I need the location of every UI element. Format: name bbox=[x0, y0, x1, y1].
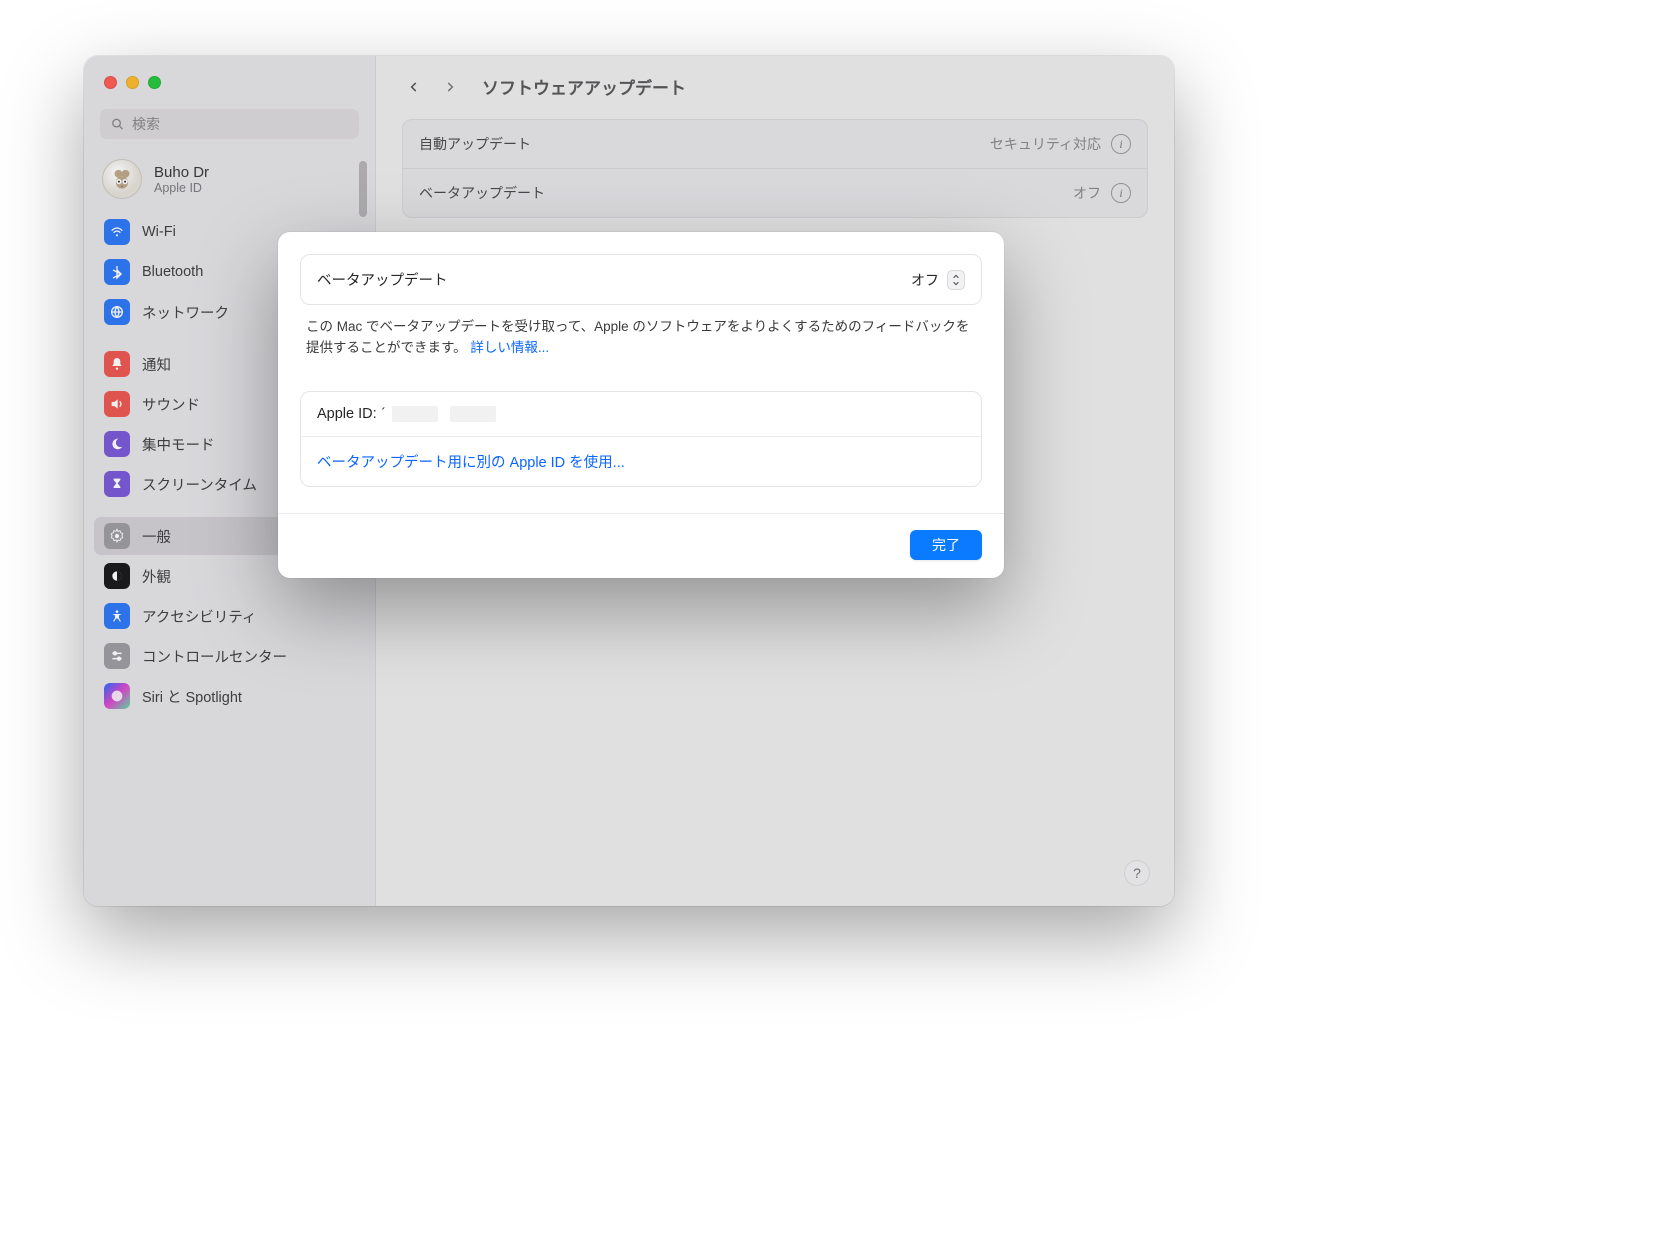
account-sub: Apple ID bbox=[154, 181, 209, 195]
sidebar-item-label: Wi-Fi bbox=[142, 224, 176, 240]
appearance-icon bbox=[104, 563, 130, 589]
apple-id-row: Apple ID: ˊ bbox=[301, 392, 981, 436]
sidebar-item-label: アクセシビリティ bbox=[142, 606, 256, 627]
done-button[interactable]: 完了 bbox=[910, 530, 982, 560]
beta-select-row[interactable]: ベータアップデート オフ bbox=[301, 255, 981, 304]
beta-description: この Mac でベータアップデートを受け取って、Apple のソフトウェアをより… bbox=[300, 305, 982, 381]
row-value: オフ bbox=[1073, 183, 1101, 203]
sidebar-item-label: 通知 bbox=[142, 354, 171, 375]
bell-icon bbox=[104, 351, 130, 377]
row-label: 自動アップデート bbox=[419, 134, 531, 154]
help-button[interactable]: ? bbox=[1124, 860, 1150, 886]
close-window-button[interactable] bbox=[104, 76, 117, 89]
forward-button[interactable] bbox=[438, 75, 462, 99]
wifi-icon bbox=[104, 219, 130, 245]
hourglass-icon bbox=[104, 471, 130, 497]
popup-arrows-icon bbox=[947, 270, 965, 290]
beta-updates-sheet: ベータアップデート オフ この Mac でベータアップデートを受け取って、App… bbox=[278, 232, 1004, 578]
window-controls bbox=[84, 68, 375, 101]
accessibility-icon bbox=[104, 603, 130, 629]
info-icon[interactable]: i bbox=[1111, 134, 1131, 154]
moon-icon bbox=[104, 431, 130, 457]
row-auto-update[interactable]: 自動アップデート セキュリティ対応 i bbox=[403, 120, 1147, 169]
zoom-window-button[interactable] bbox=[148, 76, 161, 89]
siri-icon bbox=[104, 683, 130, 709]
more-info-link[interactable]: 詳しい情報... bbox=[470, 340, 549, 355]
bluetooth-icon bbox=[104, 259, 130, 285]
avatar bbox=[102, 159, 142, 199]
speaker-icon bbox=[104, 391, 130, 417]
info-icon[interactable]: i bbox=[1111, 183, 1131, 203]
header: ソフトウェアアップデート bbox=[376, 56, 1174, 113]
sidebar-item-label: 一般 bbox=[142, 526, 171, 547]
row-label: ベータアップデート bbox=[419, 183, 545, 203]
sidebar-item-label: スクリーンタイム bbox=[142, 474, 257, 495]
apple-id-account[interactable]: Buho Dr Apple ID bbox=[84, 153, 375, 213]
page-title: ソフトウェアアップデート bbox=[482, 74, 686, 99]
minimize-window-button[interactable] bbox=[126, 76, 139, 89]
apple-id-value: ˊ bbox=[381, 406, 502, 422]
sidebar-item-accessibility[interactable]: アクセシビリティ bbox=[94, 597, 365, 635]
back-button[interactable] bbox=[402, 75, 426, 99]
gear-icon bbox=[104, 523, 130, 549]
account-name: Buho Dr bbox=[154, 164, 209, 181]
beta-select[interactable]: オフ bbox=[911, 270, 965, 290]
row-value: セキュリティ対応 bbox=[990, 134, 1101, 154]
sidebar-item-label: サウンド bbox=[142, 394, 200, 415]
beta-select-panel: ベータアップデート オフ bbox=[300, 254, 982, 305]
settings-panel: 自動アップデート セキュリティ対応 i ベータアップデート オフ i bbox=[402, 119, 1148, 218]
sidebar-item-label: コントロールセンター bbox=[142, 646, 287, 667]
sliders-icon bbox=[104, 643, 130, 669]
sidebar-item-label: 外観 bbox=[142, 566, 171, 587]
use-other-apple-id-row[interactable]: ベータアップデート用に別の Apple ID を使用... bbox=[301, 436, 981, 486]
sidebar-item-label: 集中モード bbox=[142, 434, 215, 455]
network-icon bbox=[104, 299, 130, 325]
sidebar-item-label: ネットワーク bbox=[142, 302, 229, 323]
sidebar-item-label: Siri と Spotlight bbox=[142, 686, 242, 707]
apple-id-label: Apple ID: bbox=[317, 406, 377, 422]
search-input[interactable] bbox=[100, 109, 359, 139]
sidebar-item-label: Bluetooth bbox=[142, 264, 203, 280]
sidebar-item-siri[interactable]: Siri と Spotlight bbox=[94, 677, 365, 715]
sidebar-scrollbar[interactable] bbox=[359, 161, 367, 217]
sidebar-item-control-center[interactable]: コントロールセンター bbox=[94, 637, 365, 675]
apple-id-panel: Apple ID: ˊ ベータアップデート用に別の Apple ID を使用..… bbox=[300, 391, 982, 487]
beta-value: オフ bbox=[911, 270, 939, 290]
row-beta-update[interactable]: ベータアップデート オフ i bbox=[403, 169, 1147, 217]
beta-label: ベータアップデート bbox=[317, 269, 448, 290]
use-other-apple-id-link[interactable]: ベータアップデート用に別の Apple ID を使用... bbox=[317, 451, 625, 472]
